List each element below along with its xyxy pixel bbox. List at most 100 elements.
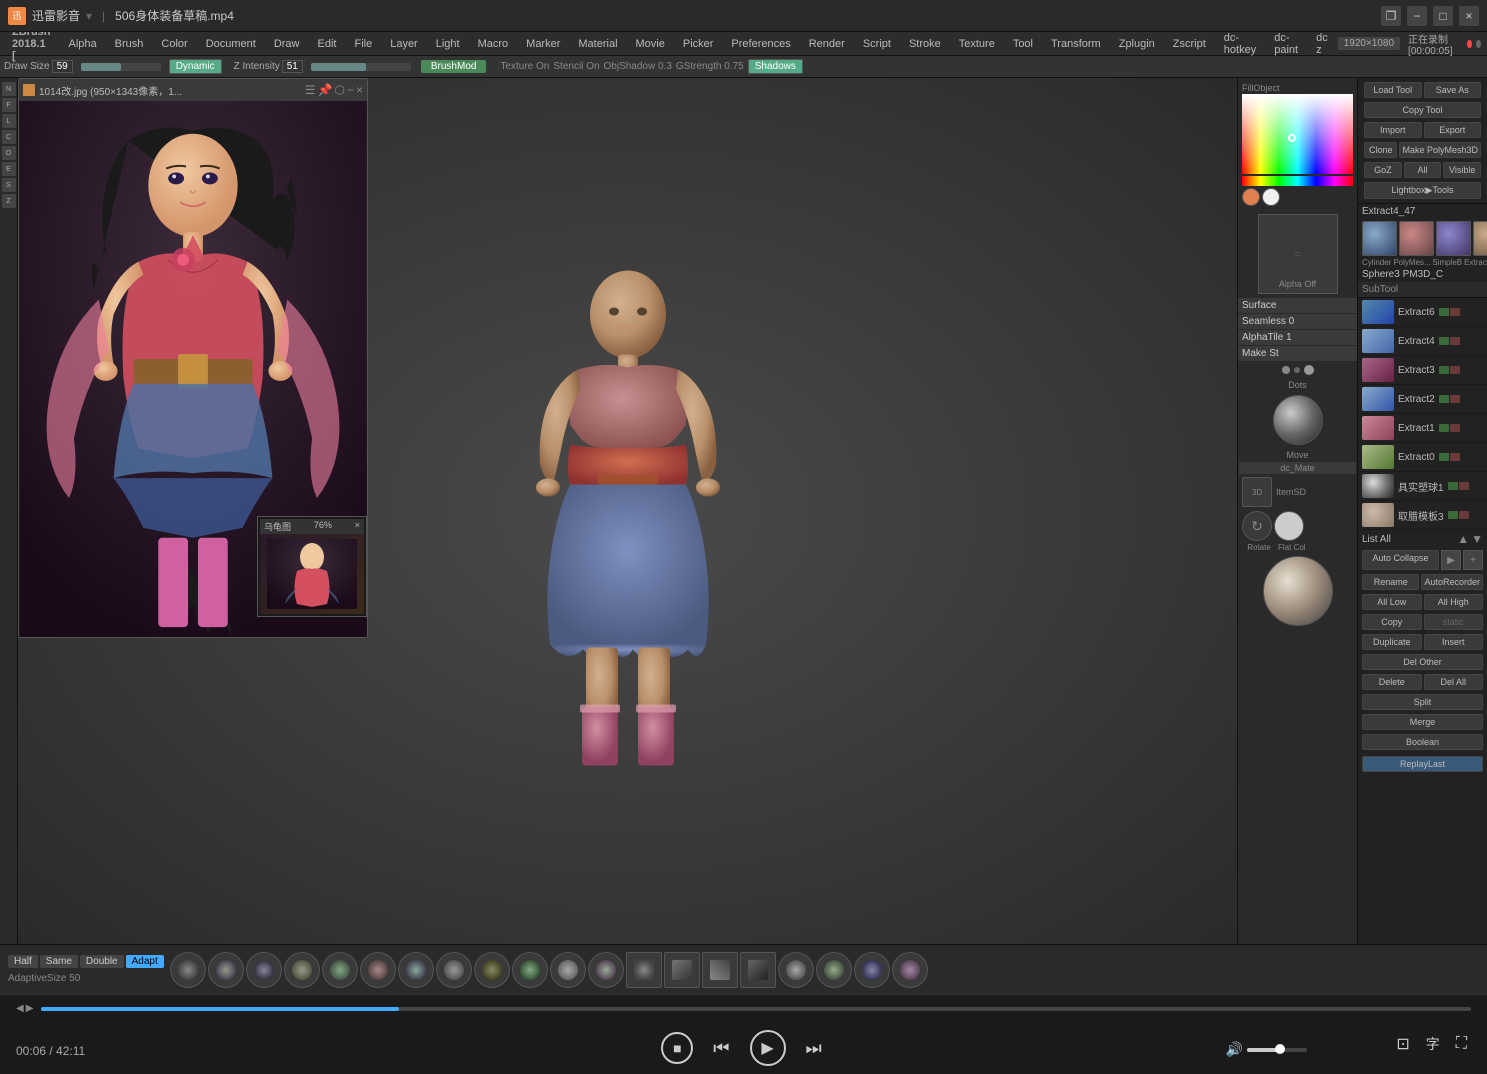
- brush-3[interactable]: [246, 952, 282, 988]
- insert-btn[interactable]: Insert: [1424, 634, 1484, 650]
- menu-dc-paint[interactable]: dc-paint: [1266, 32, 1306, 58]
- restore-button[interactable]: ❐: [1381, 6, 1401, 26]
- menu-light[interactable]: Light: [428, 36, 468, 52]
- dynamic-btn[interactable]: Dynamic: [169, 59, 222, 74]
- export-btn[interactable]: Export: [1424, 122, 1482, 138]
- menu-marker[interactable]: Marker: [518, 36, 568, 52]
- brush-8[interactable]: [436, 952, 472, 988]
- ctrl-off-4[interactable]: [1450, 395, 1460, 403]
- del-all-btn[interactable]: Del All: [1424, 674, 1484, 690]
- volume-knob[interactable]: [1275, 1044, 1285, 1054]
- reference-panel[interactable]: 1014改.jpg (950×1343像素，1... ☰ 📌 ⬡ − ×: [18, 78, 368, 638]
- menu-tool[interactable]: Tool: [1005, 36, 1041, 52]
- brush-14[interactable]: [664, 952, 700, 988]
- thumb-close[interactable]: ×: [355, 520, 360, 533]
- z-intensity-value[interactable]: 51: [282, 60, 303, 73]
- menu-file[interactable]: File: [346, 36, 380, 52]
- split-btn[interactable]: Split: [1362, 694, 1483, 710]
- skip-back-button[interactable]: ⏮: [709, 1034, 733, 1063]
- ref-panel-close[interactable]: ×: [356, 83, 363, 97]
- rename-btn[interactable]: Rename: [1362, 574, 1419, 590]
- menu-material[interactable]: Material: [570, 36, 625, 52]
- next-frame-btn[interactable]: ▶: [26, 1003, 34, 1014]
- half-btn[interactable]: Half: [8, 955, 38, 968]
- copy-tool-btn[interactable]: Copy Tool: [1364, 102, 1481, 118]
- lightbox-row[interactable]: Lightbox▶Tools: [1360, 180, 1485, 201]
- left-tool-3[interactable]: L: [2, 114, 16, 128]
- color-swatch-fg[interactable]: [1242, 188, 1260, 206]
- menu-preferences[interactable]: Preferences: [723, 36, 798, 52]
- brush-16[interactable]: [740, 952, 776, 988]
- move-sphere[interactable]: [1273, 395, 1323, 445]
- color-picker[interactable]: FillObject: [1238, 78, 1357, 210]
- auto-collapse-arrow-btn[interactable]: ▶: [1441, 550, 1461, 570]
- left-tool-1[interactable]: N: [2, 82, 16, 96]
- draw-size-value[interactable]: 59: [52, 60, 73, 73]
- subtool-real-ball[interactable]: 具实塑球1: [1358, 472, 1487, 501]
- lightbox-btn[interactable]: Lightbox▶Tools: [1364, 182, 1481, 199]
- ctrl-on-2[interactable]: [1439, 337, 1449, 345]
- autorecorder-btn[interactable]: AutoRecorder: [1421, 574, 1483, 590]
- ctrl-off-1[interactable]: [1450, 308, 1460, 316]
- alpha-off-box[interactable]: ○ Alpha Off: [1258, 214, 1338, 294]
- brush-2[interactable]: [208, 952, 244, 988]
- menu-movie[interactable]: Movie: [628, 36, 673, 52]
- color-gradient[interactable]: [1242, 94, 1353, 174]
- brush-13[interactable]: [626, 952, 662, 988]
- stop-button[interactable]: ■: [661, 1032, 693, 1064]
- move-sphere-area[interactable]: [1238, 391, 1357, 449]
- ctrl-on-8[interactable]: [1448, 511, 1458, 519]
- visible-btn[interactable]: Visible: [1443, 162, 1481, 178]
- thumbnail-overlay[interactable]: 乌龟图 76% ×: [257, 516, 367, 617]
- brush-7[interactable]: [398, 952, 434, 988]
- fullscreen-btn[interactable]: ⛶: [1452, 1031, 1471, 1057]
- make-polymesh-btn[interactable]: Make PolyMesh3D: [1399, 142, 1481, 158]
- color-swatch-bg[interactable]: [1262, 188, 1280, 206]
- brush-15[interactable]: [702, 952, 738, 988]
- brush-18[interactable]: [816, 952, 852, 988]
- shadows-button[interactable]: Shadows: [748, 59, 803, 74]
- menu-zscript[interactable]: Zscript: [1165, 36, 1214, 52]
- canvas-area[interactable]: 1014改.jpg (950×1343像素，1... ☰ 📌 ⬡ − ×: [18, 78, 1237, 944]
- menu-dc-z[interactable]: dc z: [1308, 32, 1336, 58]
- minimize-button[interactable]: −: [1407, 6, 1427, 26]
- ctrl-off-3[interactable]: [1450, 366, 1460, 374]
- ref-panel-min[interactable]: −: [347, 83, 354, 97]
- subtool-extract1[interactable]: Extract1: [1358, 414, 1487, 443]
- brush-5[interactable]: [322, 952, 358, 988]
- subtool-extract2[interactable]: Extract2: [1358, 385, 1487, 414]
- ctrl-on-7[interactable]: [1448, 482, 1458, 490]
- close-button[interactable]: ×: [1459, 6, 1479, 26]
- tool-thumb-2[interactable]: [1399, 221, 1434, 256]
- menu-brush[interactable]: Brush: [107, 36, 152, 52]
- all-btn[interactable]: All: [1404, 162, 1442, 178]
- all-high-btn[interactable]: All High: [1424, 594, 1484, 610]
- ctrl-on-6[interactable]: [1439, 453, 1449, 461]
- menu-render[interactable]: Render: [801, 36, 853, 52]
- del-other-btn[interactable]: Del Other: [1362, 654, 1483, 670]
- ctrl-off-5[interactable]: [1450, 424, 1460, 432]
- item3d-icon[interactable]: 3D: [1242, 477, 1272, 507]
- left-tool-6[interactable]: E: [2, 162, 16, 176]
- menu-edit[interactable]: Edit: [310, 36, 345, 52]
- ctrl-on-3[interactable]: [1439, 366, 1449, 374]
- tool-thumb-cylinder[interactable]: [1362, 221, 1397, 256]
- play-button[interactable]: ▶: [750, 1030, 786, 1066]
- same-btn[interactable]: Same: [40, 955, 78, 968]
- brush-mod-display[interactable]: BrushMod: [421, 60, 487, 73]
- brush-19[interactable]: [854, 952, 890, 988]
- menu-texture[interactable]: Texture: [951, 36, 1003, 52]
- brush-9[interactable]: [474, 952, 510, 988]
- left-tool-8[interactable]: Z: [2, 194, 16, 208]
- save-as-btn[interactable]: Save As: [1424, 82, 1482, 98]
- ref-panel-pin[interactable]: 📌: [318, 83, 333, 97]
- double-btn[interactable]: Double: [80, 955, 124, 968]
- auto-collapse-plus-btn[interactable]: +: [1463, 550, 1483, 570]
- ctrl-on-4[interactable]: [1439, 395, 1449, 403]
- merge-btn[interactable]: Merge: [1362, 714, 1483, 730]
- list-arrow-up[interactable]: ▲: [1457, 532, 1469, 546]
- progress-bar[interactable]: [41, 1007, 1471, 1011]
- adapt-btn[interactable]: Adapt: [126, 955, 164, 968]
- menu-script[interactable]: Script: [855, 36, 899, 52]
- make-st-button[interactable]: Make St: [1238, 346, 1357, 361]
